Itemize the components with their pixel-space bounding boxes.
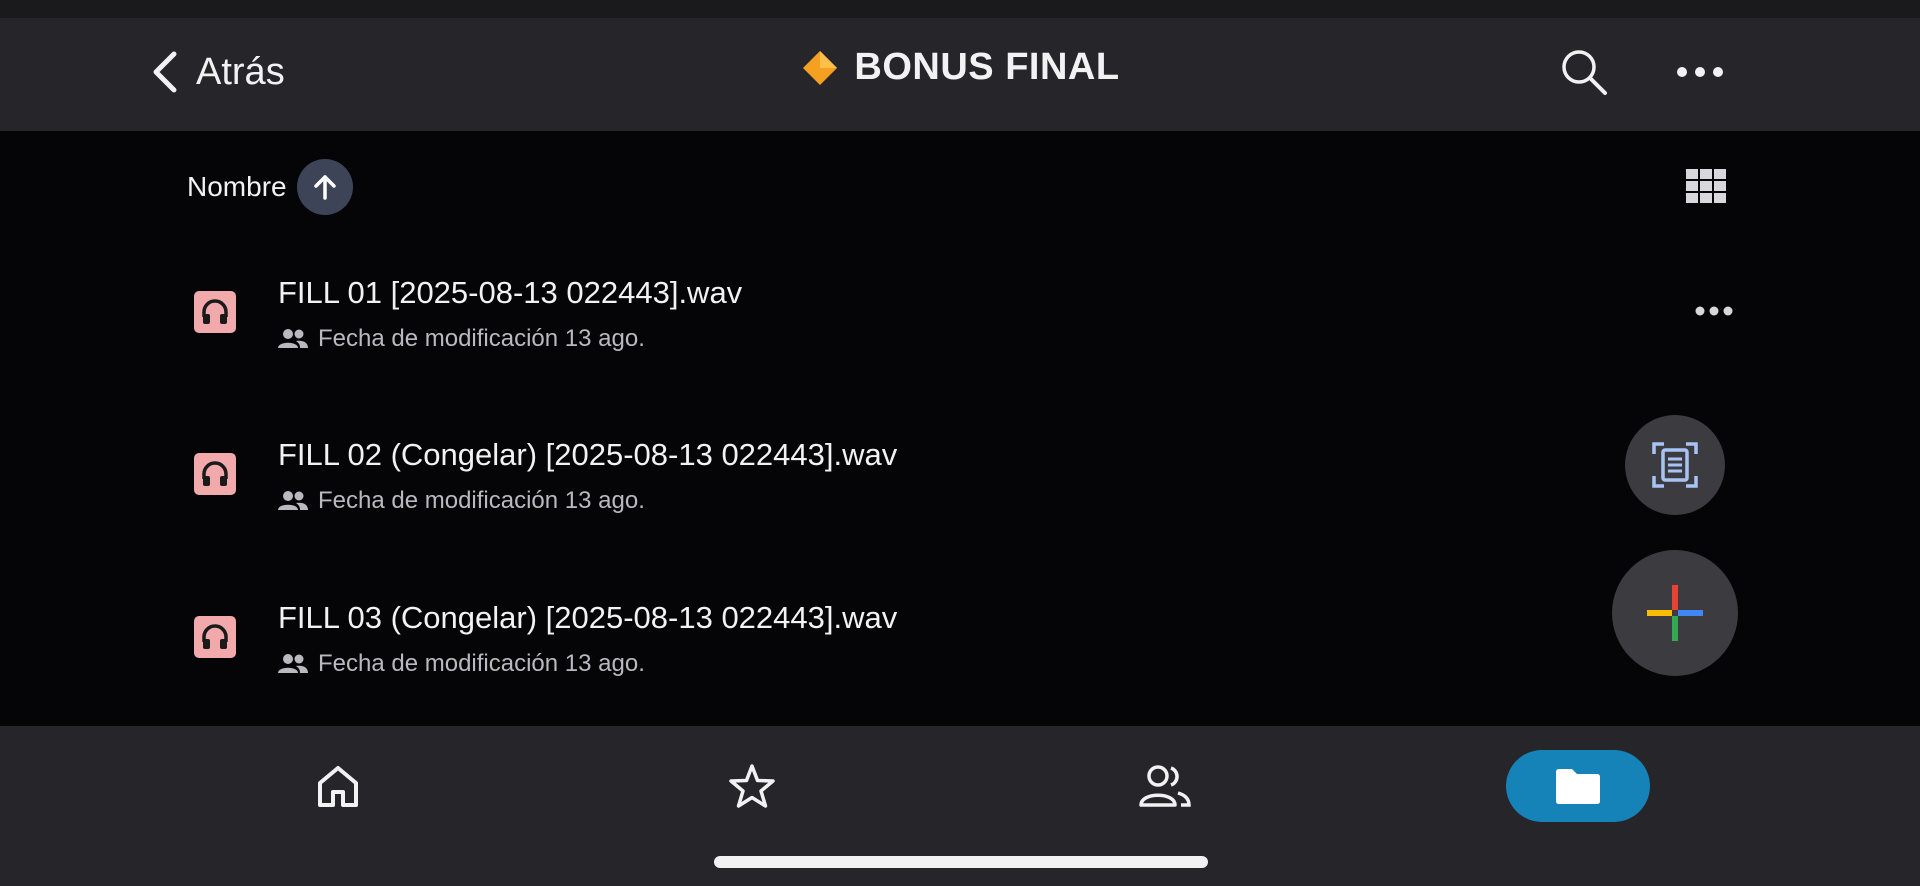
- file-row[interactable]: FILL 01 [2025-08-13 022443].wav Fecha de…: [180, 251, 1740, 381]
- new-item-button[interactable]: [1612, 550, 1738, 676]
- file-name: FILL 03 (Congelar) [2025-08-13 022443].w…: [278, 600, 898, 635]
- more-horizontal-icon: [1695, 306, 1733, 316]
- file-meta: Fecha de modificación 13 ago.: [278, 487, 645, 515]
- file-meta: Fecha de modificación 13 ago.: [278, 325, 645, 353]
- people-icon: [278, 654, 308, 673]
- more-horizontal-icon: [1677, 67, 1723, 77]
- nav-starred[interactable]: [714, 750, 790, 822]
- file-more-button[interactable]: [1686, 291, 1742, 331]
- search-button[interactable]: [1554, 42, 1614, 102]
- modified-date: Fecha de modificación 13 ago.: [318, 487, 645, 514]
- people-icon: [278, 491, 308, 510]
- home-icon: [318, 766, 358, 807]
- folder-title-wrap: BONUS FINAL: [0, 46, 1920, 89]
- nav-home[interactable]: [300, 750, 376, 822]
- sort-label[interactable]: Nombre: [187, 171, 287, 203]
- scan-document-button[interactable]: [1625, 415, 1725, 515]
- people-icon: [278, 329, 308, 348]
- audio-file-icon: [194, 616, 236, 658]
- plus-icon: [1647, 585, 1703, 641]
- folder-icon: [1556, 769, 1600, 804]
- shared-people-icon: [1139, 765, 1191, 807]
- grid-view-button[interactable]: [1686, 169, 1726, 203]
- arrow-up-icon: [313, 175, 336, 200]
- status-bar: [0, 0, 1920, 18]
- file-meta: Fecha de modificación 13 ago.: [278, 650, 645, 678]
- sort-control: Nombre: [187, 159, 353, 215]
- orange-diamond-icon: [803, 50, 838, 85]
- grid-view-icon: [1686, 169, 1726, 203]
- more-options-button[interactable]: [1670, 42, 1730, 102]
- nav-files[interactable]: [1506, 750, 1650, 822]
- nav-shared[interactable]: [1126, 750, 1204, 822]
- search-icon: [1562, 50, 1607, 95]
- file-row[interactable]: FILL 02 (Congelar) [2025-08-13 022443].w…: [180, 413, 1740, 543]
- star-icon: [729, 764, 775, 808]
- bottom-navigation: [0, 726, 1920, 886]
- modified-date: Fecha de modificación 13 ago.: [318, 325, 645, 352]
- file-name: FILL 01 [2025-08-13 022443].wav: [278, 275, 743, 310]
- page-title: BONUS FINAL: [854, 46, 1120, 88]
- file-name: FILL 02 (Congelar) [2025-08-13 022443].w…: [278, 437, 898, 472]
- audio-file-icon: [194, 291, 236, 333]
- scan-document-icon: [1652, 442, 1698, 488]
- modified-date: Fecha de modificación 13 ago.: [318, 650, 645, 677]
- audio-file-icon: [194, 453, 236, 495]
- home-indicator: [714, 856, 1208, 868]
- top-app-bar: Atrás BONUS FINAL: [0, 18, 1920, 131]
- sort-direction-button[interactable]: [296, 159, 353, 215]
- file-row[interactable]: FILL 03 (Congelar) [2025-08-13 022443].w…: [180, 576, 1740, 706]
